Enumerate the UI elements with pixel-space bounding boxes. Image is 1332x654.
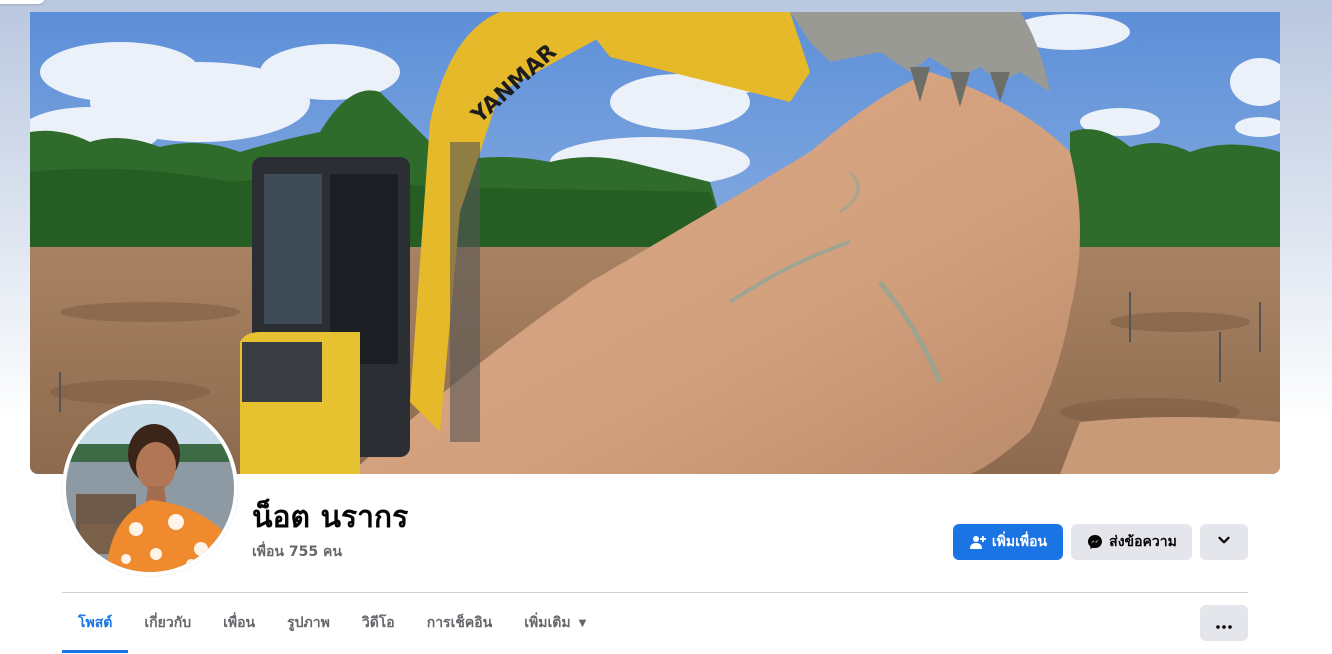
top-edge-control	[0, 0, 45, 4]
tab-checkins[interactable]: การเช็คอิน	[411, 594, 509, 652]
tab-posts[interactable]: โพสต์	[62, 594, 129, 653]
add-friend-label: เพิ่มเพื่อน	[991, 534, 1048, 550]
tab-more-label: เพิ่มเติม	[524, 615, 571, 631]
tab-more[interactable]: เพิ่มเติม ▼	[508, 594, 602, 652]
more-actions-button[interactable]	[1200, 524, 1248, 560]
tab-posts-label: โพสต์	[78, 615, 113, 631]
profile-divider	[62, 592, 1248, 593]
tab-friends-label: เพื่อน	[223, 615, 256, 631]
add-friend-button[interactable]: เพิ่มเพื่อน	[953, 524, 1063, 560]
tab-photos-label: รูปภาพ	[287, 615, 330, 631]
message-button[interactable]: ส่งข้อความ	[1071, 524, 1192, 560]
tab-checkins-label: การเช็คอิน	[426, 615, 493, 631]
ellipsis-icon	[1216, 614, 1232, 633]
person-plus-icon	[969, 533, 987, 551]
profile-picture[interactable]	[62, 400, 238, 576]
friends-count-link[interactable]: เพื่อน 755 คน	[252, 541, 342, 563]
tab-friends[interactable]: เพื่อน	[207, 594, 271, 652]
profile-actions: เพิ่มเพื่อน ส่งข้อความ	[953, 524, 1248, 560]
cover-photo[interactable]: YANMAR	[30, 12, 1280, 474]
tab-videos-label: วิดีโอ	[361, 615, 395, 631]
chevron-down-icon	[1217, 533, 1231, 551]
tab-photos[interactable]: รูปภาพ	[271, 594, 346, 652]
caret-down-icon: ▼	[578, 617, 587, 629]
tab-about[interactable]: เกี่ยวกับ	[128, 594, 207, 652]
avatar	[66, 404, 234, 572]
cover-photo-image: YANMAR	[30, 12, 1280, 474]
tab-videos[interactable]: วิดีโอ	[346, 594, 411, 652]
profile-name: น็อต นรากร	[252, 500, 409, 535]
tabs-menu-button[interactable]	[1200, 605, 1248, 641]
profile-tabs: โพสต์ เกี่ยวกับ เพื่อน รูปภาพ วิดีโอ การ…	[62, 594, 602, 654]
avatar-photo	[66, 404, 234, 572]
messenger-icon	[1086, 533, 1104, 551]
message-label: ส่งข้อความ	[1109, 534, 1177, 550]
tab-about-label: เกี่ยวกับ	[144, 615, 192, 631]
